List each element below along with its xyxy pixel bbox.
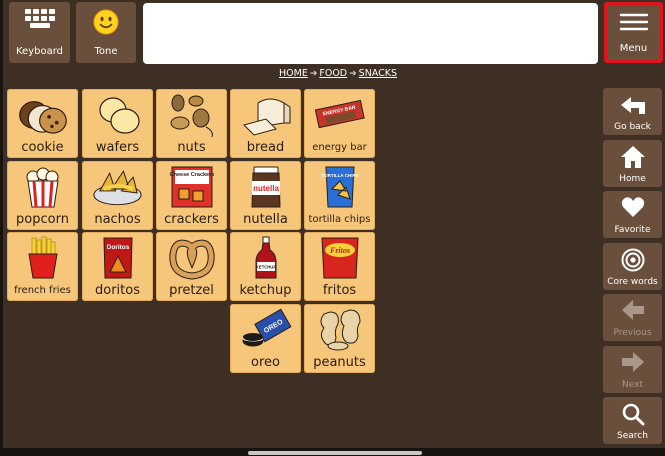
core-words-label: Core words	[607, 277, 658, 287]
crackers-box-text: Cheese Crackers	[169, 172, 214, 178]
popcorn-icon	[15, 164, 70, 210]
tile-label: bread	[246, 140, 285, 155]
arrow-left-icon	[603, 299, 662, 321]
breadcrumb-arrow-icon: ➔	[349, 68, 357, 79]
home-label: Home	[619, 174, 646, 184]
breadcrumb-home[interactable]: HOME	[279, 68, 308, 79]
tile-nutella[interactable]: nutella nutella	[230, 161, 301, 230]
crackers-icon: Cheese Crackers	[164, 164, 219, 210]
menu-label: Menu	[619, 43, 648, 54]
tile-cookie[interactable]: cookie	[7, 89, 78, 158]
keyboard-button[interactable]: Keyboard	[9, 2, 70, 63]
tile-pretzel[interactable]: pretzel	[156, 232, 227, 301]
go-back-label: Go back	[614, 122, 651, 132]
tile-label: french fries	[14, 285, 71, 296]
previous-label: Previous	[613, 328, 652, 338]
tile-label: nutella	[243, 212, 288, 227]
tortilla-chips-icon: TORTILLA CHIPS	[312, 164, 367, 210]
ketchup-icon: KETCHUP	[238, 235, 293, 281]
search-icon	[603, 402, 662, 426]
message-bar[interactable]	[143, 3, 598, 64]
tile-popcorn[interactable]: popcorn	[7, 161, 78, 230]
pretzel-icon	[164, 235, 219, 281]
go-back-icon	[603, 93, 662, 117]
tile-doritos[interactable]: Doritos doritos	[82, 232, 153, 301]
home-button[interactable]: Home	[603, 140, 662, 187]
arrow-right-icon	[603, 351, 662, 373]
bread-icon	[238, 92, 293, 138]
tile-nuts[interactable]: nuts	[156, 89, 227, 158]
tile-energy-bar[interactable]: ENERGY BAR energy bar	[304, 89, 375, 158]
keyboard-label: Keyboard	[15, 46, 63, 57]
tile-tortilla-chips[interactable]: TORTILLA CHIPS tortilla chips	[304, 161, 375, 230]
ketchup-label-text: KETCHUP	[255, 265, 275, 270]
tile-label: doritos	[95, 283, 140, 298]
core-words-button[interactable]: Core words	[603, 243, 662, 290]
tile-label: crackers	[164, 212, 219, 227]
home-icon	[603, 145, 662, 169]
wafers-icon	[90, 92, 145, 138]
tile-label: ketchup	[239, 283, 292, 298]
search-button[interactable]: Search	[603, 397, 662, 444]
tone-button[interactable]: Tone	[76, 2, 136, 63]
breadcrumb: HOME ➔ FOOD ➔ SNACKS	[279, 68, 397, 79]
favorite-button[interactable]: Favorite	[603, 191, 662, 238]
nutella-icon: nutella	[238, 164, 293, 210]
previous-button[interactable]: Previous	[603, 294, 662, 341]
next-label: Next	[622, 380, 643, 390]
doritos-icon: Doritos	[90, 235, 145, 281]
tile-nachos[interactable]: nachos	[82, 161, 153, 230]
favorite-label: Favorite	[614, 225, 651, 235]
tortilla-chips-bag-text: TORTILLA CHIPS	[321, 173, 358, 178]
peanuts-icon	[312, 307, 367, 353]
nachos-icon	[90, 164, 145, 210]
next-button[interactable]: Next	[603, 346, 662, 393]
smiley-icon	[76, 9, 136, 35]
tile-label: fritos	[322, 283, 357, 298]
go-back-button[interactable]: Go back	[603, 88, 662, 135]
doritos-bag-text: Doritos	[106, 244, 129, 251]
tile-french-fries[interactable]: french fries	[7, 232, 78, 301]
energy-bar-icon: ENERGY BAR	[312, 92, 367, 138]
nuts-icon	[164, 92, 219, 138]
fritos-bag-text: Fritos	[328, 246, 349, 255]
tile-wafers[interactable]: wafers	[82, 89, 153, 158]
home-indicator[interactable]	[248, 451, 422, 455]
hamburger-icon	[607, 11, 660, 33]
tile-label: oreo	[251, 355, 280, 370]
tile-label: tortilla chips	[308, 214, 371, 225]
tile-label: cookie	[21, 140, 64, 155]
menu-button[interactable]: Menu	[604, 2, 663, 63]
french-fries-icon	[15, 235, 70, 281]
tile-label: nuts	[177, 140, 206, 155]
search-label: Search	[617, 431, 648, 441]
oreo-icon: OREO	[238, 307, 293, 353]
keyboard-icon	[9, 9, 70, 31]
tile-ketchup[interactable]: KETCHUP ketchup	[230, 232, 301, 301]
tile-label: nachos	[94, 212, 141, 227]
tile-oreo[interactable]: OREO oreo	[230, 304, 301, 373]
fritos-icon: Fritos	[312, 235, 367, 281]
tile-label: peanuts	[313, 355, 366, 370]
target-icon	[603, 248, 662, 272]
tile-label: popcorn	[16, 212, 69, 227]
tile-peanuts[interactable]: peanuts	[304, 304, 375, 373]
tone-label: Tone	[94, 46, 118, 57]
breadcrumb-arrow-icon: ➔	[309, 68, 318, 79]
screen-edge	[0, 0, 3, 456]
heart-icon	[603, 196, 662, 218]
tile-fritos[interactable]: Fritos fritos	[304, 232, 375, 301]
tile-label: pretzel	[169, 283, 214, 298]
tile-bread[interactable]: bread	[230, 89, 301, 158]
nutella-jar-text: nutella	[253, 184, 279, 193]
cookie-icon	[15, 92, 70, 138]
breadcrumb-snacks[interactable]: SNACKS	[359, 68, 397, 79]
tile-crackers[interactable]: Cheese Crackers crackers	[156, 161, 227, 230]
breadcrumb-food[interactable]: FOOD	[319, 68, 347, 79]
tile-label: energy bar	[312, 142, 367, 153]
tile-label: wafers	[95, 140, 140, 155]
